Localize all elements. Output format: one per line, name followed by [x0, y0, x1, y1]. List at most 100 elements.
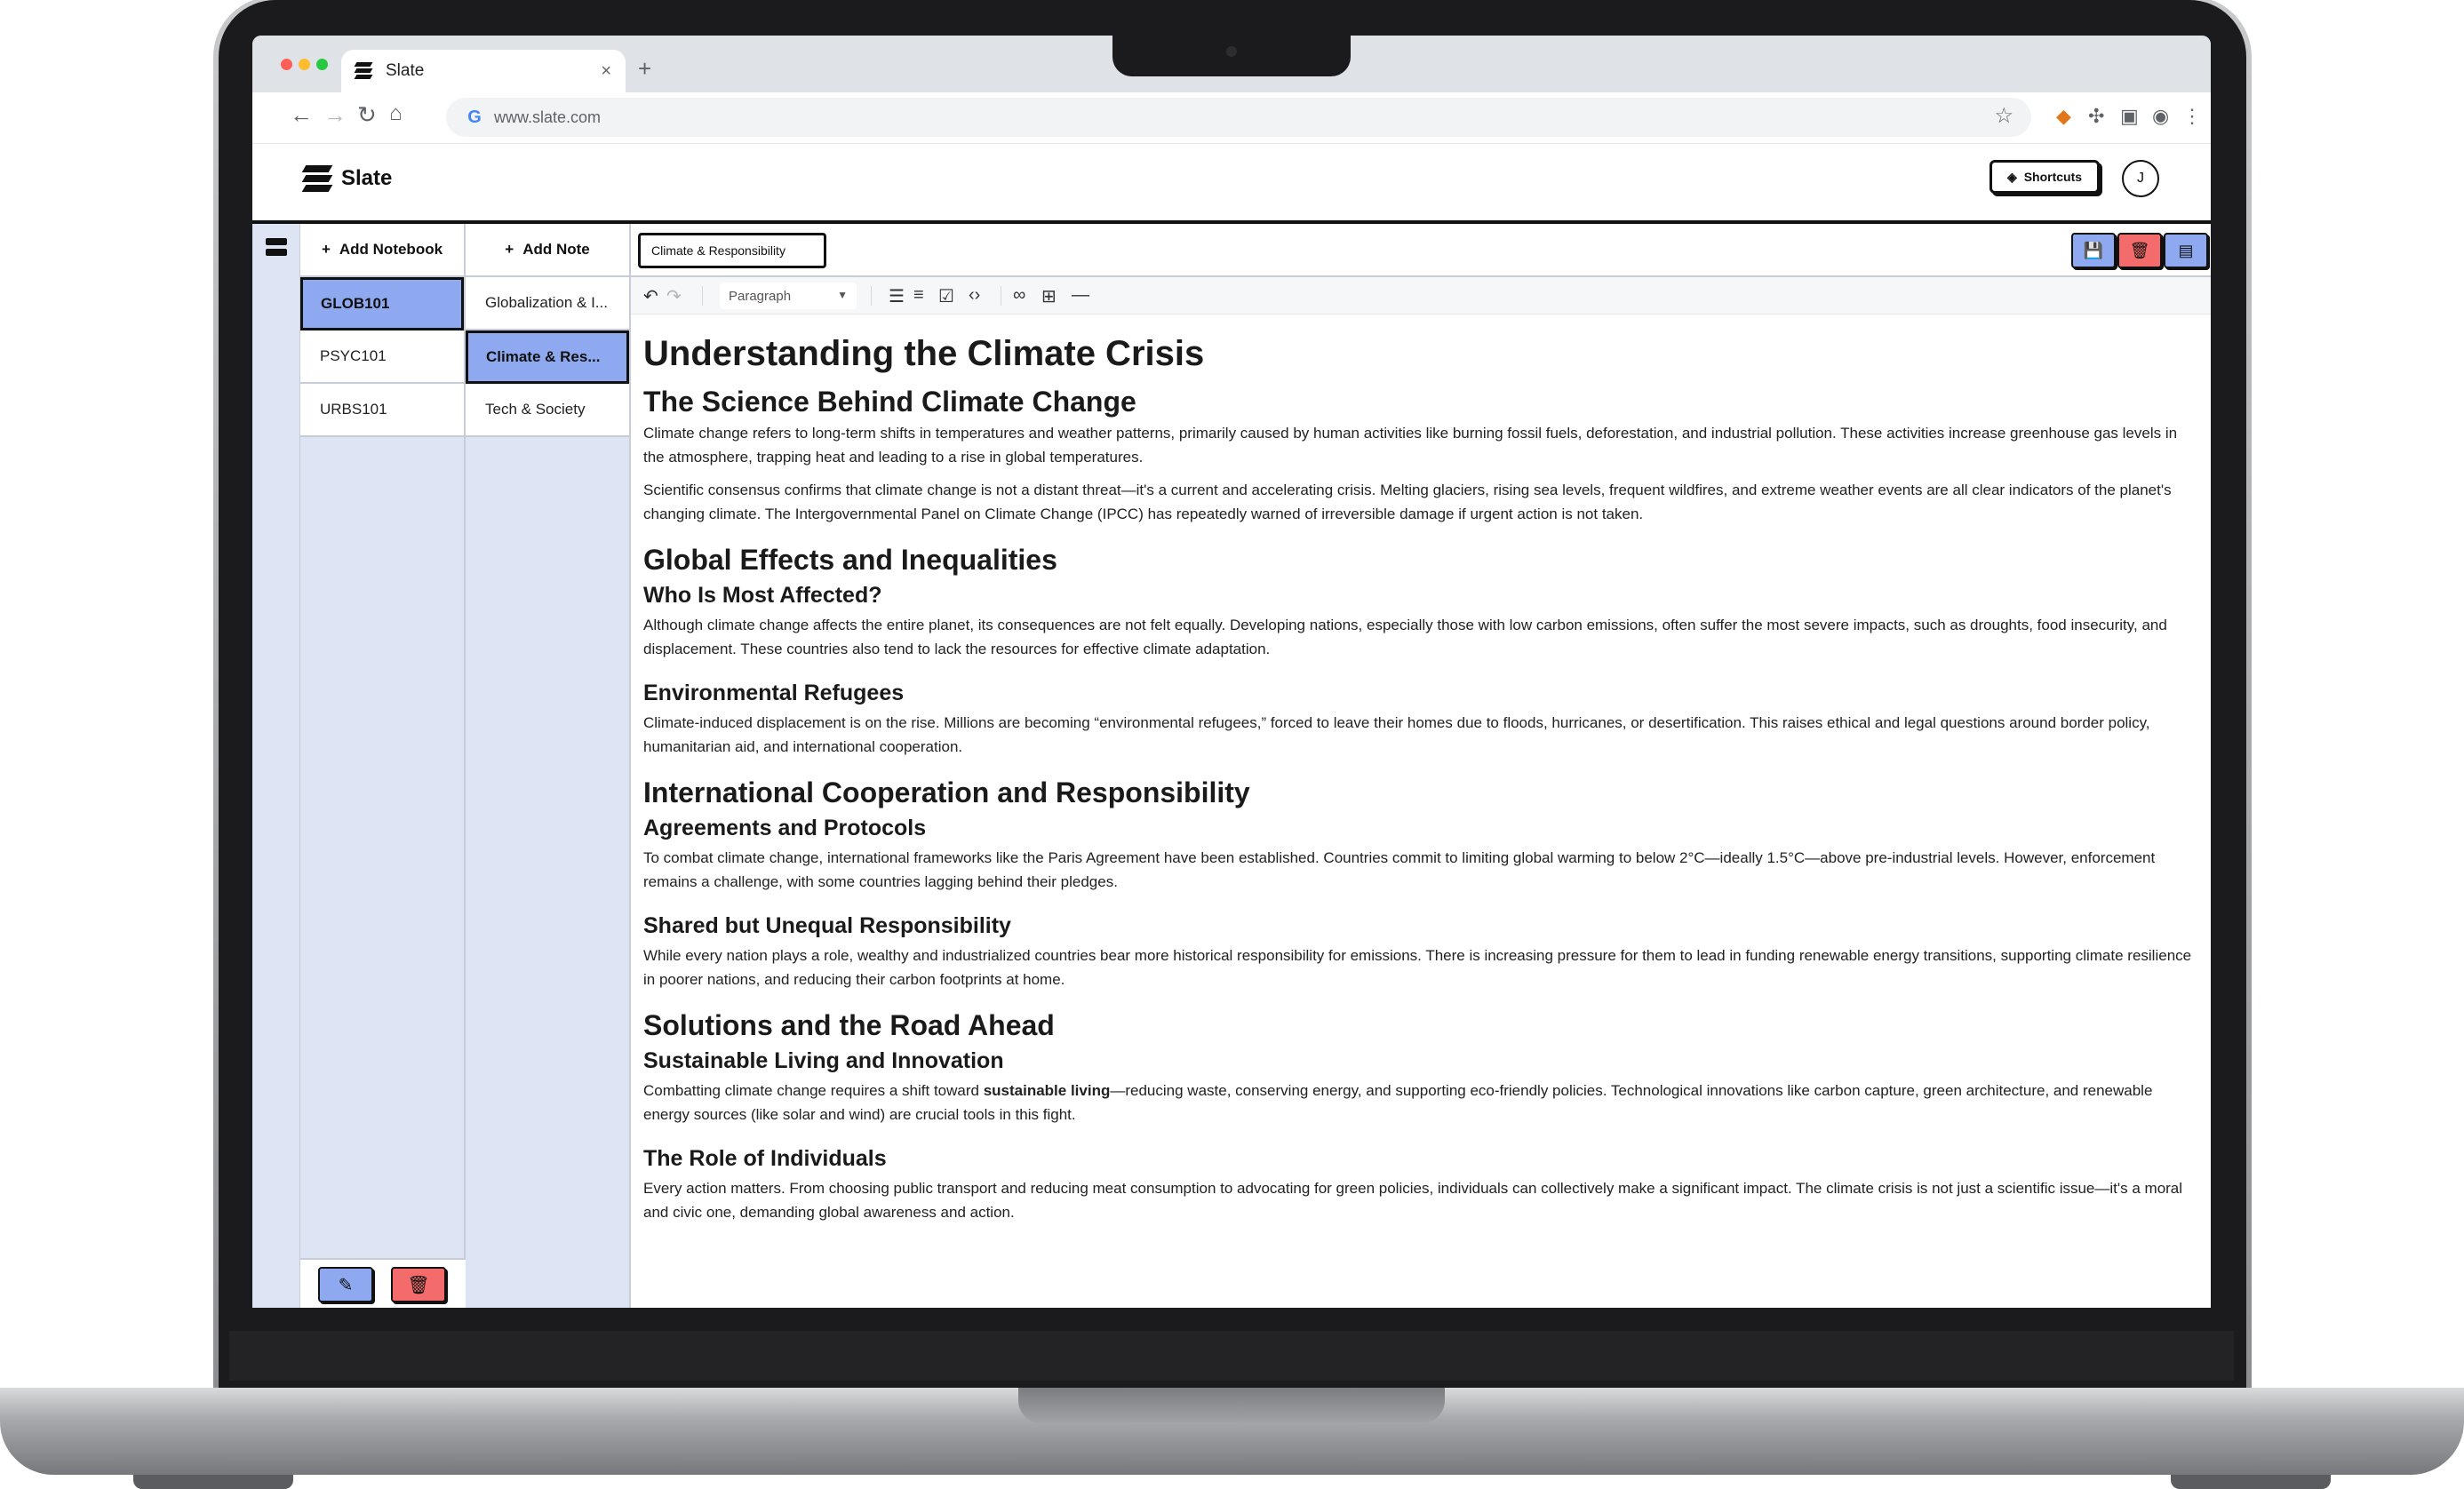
note-item[interactable]: Climate & Res... [466, 330, 629, 384]
redo-icon[interactable]: ↷ [666, 285, 682, 307]
url-text: www.slate.com [494, 107, 602, 126]
subsection-heading: The Role of Individuals [643, 1146, 887, 1171]
paragraph: Scientific consensus confirms that clima… [643, 482, 2172, 522]
base-notch [1018, 1388, 1445, 1423]
document-content[interactable]: Understanding the Climate Crisis The Sci… [643, 334, 2194, 1233]
screen: Slate × + ← → ↻ ⌂ G www.slate.com ☆ ◆ ✣ … [252, 36, 2211, 1308]
brand-logo[interactable]: Slate [301, 165, 393, 192]
trash-icon: 🗑 [407, 1275, 430, 1295]
maximize-window-icon[interactable] [316, 59, 328, 70]
delete-note-button[interactable]: 🗑 [2117, 233, 2162, 268]
bullet-list-icon[interactable]: ☰ [889, 285, 905, 307]
export-note-button[interactable]: ▤ [2164, 233, 2208, 268]
extensions-puzzle-icon[interactable]: ✣ [2088, 105, 2104, 128]
bold-text: sustainable living [983, 1082, 1111, 1099]
app-header: Slate ◈ Shortcuts J [252, 144, 2211, 224]
minimize-window-icon[interactable] [299, 59, 310, 70]
edit-notebook-button[interactable]: ✎ [318, 1267, 373, 1302]
notebook-item[interactable]: URBS101 [300, 384, 464, 437]
toolbar-divider [702, 286, 703, 306]
note-item[interactable]: Tech & Society [466, 384, 629, 437]
tab-close-icon[interactable]: × [601, 61, 611, 82]
add-note-button[interactable]: + Add Note [466, 224, 629, 277]
side-panel-icon[interactable]: ▣ [2120, 105, 2139, 128]
trash-icon: 🗑 [2129, 241, 2150, 259]
document-icon: ▤ [2178, 241, 2194, 259]
google-icon: G [467, 107, 482, 127]
metamask-extension-icon[interactable]: ◆ [2056, 105, 2071, 128]
document-title: Understanding the Climate Crisis [643, 334, 1205, 373]
toolbar-divider [871, 286, 872, 306]
section-heading: Solutions and the Road Ahead [643, 1009, 1055, 1041]
block-type-value: Paragraph [729, 288, 792, 304]
paragraph: To combat climate change, international … [643, 849, 2156, 890]
plus-icon: + [321, 241, 331, 258]
camera-icon [1226, 46, 1237, 57]
browser-tab[interactable]: Slate × [341, 50, 626, 92]
menu-kebab-icon[interactable]: ⋮ [2182, 105, 2202, 128]
slate-logo-icon [301, 165, 333, 192]
subsection-heading: Environmental Refugees [643, 681, 905, 705]
close-window-icon[interactable] [281, 59, 292, 70]
laptop-base [0, 1388, 2464, 1475]
numbered-list-icon[interactable]: ≡ [913, 285, 924, 306]
checklist-icon[interactable]: ☑ [938, 285, 954, 307]
delete-notebook-button[interactable]: 🗑 [391, 1267, 446, 1302]
notebook-item[interactable]: PSYC101 [300, 330, 464, 384]
paragraph: Climate change refers to long-term shift… [643, 425, 2178, 466]
avatar[interactable]: J [2122, 160, 2159, 197]
camera-notch [1112, 36, 1351, 76]
section-heading: International Cooperation and Responsibi… [643, 776, 1250, 808]
brand-name: Slate [341, 166, 393, 190]
horizontal-rule-icon[interactable]: — [1072, 285, 1089, 306]
bookmark-star-icon[interactable]: ☆ [1994, 103, 2013, 129]
save-icon: 💾 [2083, 241, 2104, 259]
paragraph: Every action matters. From choosing publ… [643, 1180, 2183, 1221]
paragraph: Combatting climate change requires a shi… [643, 1079, 2194, 1127]
editor-header: Climate & Responsibility 💾 🗑 ▤ [631, 224, 2211, 277]
forward-icon[interactable]: → [323, 101, 347, 129]
reload-icon[interactable]: ↻ [357, 101, 377, 129]
subsection-heading: Shared but Unequal Responsibility [643, 913, 1011, 938]
editor-pane: Climate & Responsibility 💾 🗑 ▤ ↶ ↷ Parag… [631, 224, 2211, 1308]
subsection-heading: Sustainable Living and Innovation [643, 1048, 1004, 1073]
back-icon[interactable]: ← [290, 101, 313, 129]
add-notebook-button[interactable]: + Add Notebook [300, 224, 464, 277]
add-note-label: Add Note [522, 241, 590, 258]
laptop-chin [229, 1331, 2234, 1381]
laptop-foot-left [133, 1475, 293, 1489]
layers-icon: ◈ [2006, 169, 2017, 184]
slate-favicon-icon [354, 62, 373, 80]
note-item[interactable]: Globalization & I... [466, 277, 629, 330]
add-notebook-label: Add Notebook [339, 241, 443, 258]
pencil-icon: ✎ [338, 1275, 354, 1295]
note-title-input[interactable]: Climate & Responsibility [638, 233, 826, 268]
undo-icon[interactable]: ↶ [643, 285, 658, 307]
save-note-button[interactable]: 💾 [2071, 233, 2116, 268]
profile-icon[interactable]: ◉ [2152, 105, 2169, 128]
shortcuts-label: Shortcuts [2023, 170, 2083, 184]
table-icon[interactable]: ⊞ [1041, 285, 1057, 307]
section-heading: The Science Behind Climate Change [643, 386, 1136, 418]
address-bar[interactable]: G www.slate.com ☆ [446, 98, 2031, 137]
notes-column: + Add Note Globalization & I... Climate … [466, 224, 631, 1308]
notebook-item[interactable]: GLOB101 [300, 277, 464, 330]
paragraph: Although climate change affects the enti… [643, 617, 2167, 657]
notebooks-column: + Add Notebook GLOB101 PSYC101 URBS101 ✎… [300, 224, 466, 1308]
shortcuts-button[interactable]: ◈ Shortcuts [1990, 160, 2100, 194]
home-icon[interactable]: ⌂ [389, 101, 403, 126]
notebook-actions: ✎ 🗑 [300, 1258, 466, 1308]
subsection-heading: Who Is Most Affected? [643, 583, 882, 608]
tab-title: Slate [386, 61, 425, 80]
section-heading: Global Effects and Inequalities [643, 544, 1057, 576]
chevron-down-icon: ▼ [837, 289, 848, 301]
link-icon[interactable]: ∞ [1013, 285, 1025, 306]
collapse-sidebar-icon[interactable] [266, 238, 287, 258]
laptop-foot-right [2171, 1475, 2331, 1489]
plus-icon: + [505, 241, 514, 258]
new-tab-button[interactable]: + [638, 55, 651, 83]
paragraph-text: Combatting climate change requires a shi… [643, 1082, 984, 1099]
block-type-select[interactable]: Paragraph ▼ [720, 283, 857, 309]
code-icon[interactable]: ‹› [969, 285, 980, 306]
paragraph: While every nation plays a role, wealthy… [643, 947, 2192, 988]
